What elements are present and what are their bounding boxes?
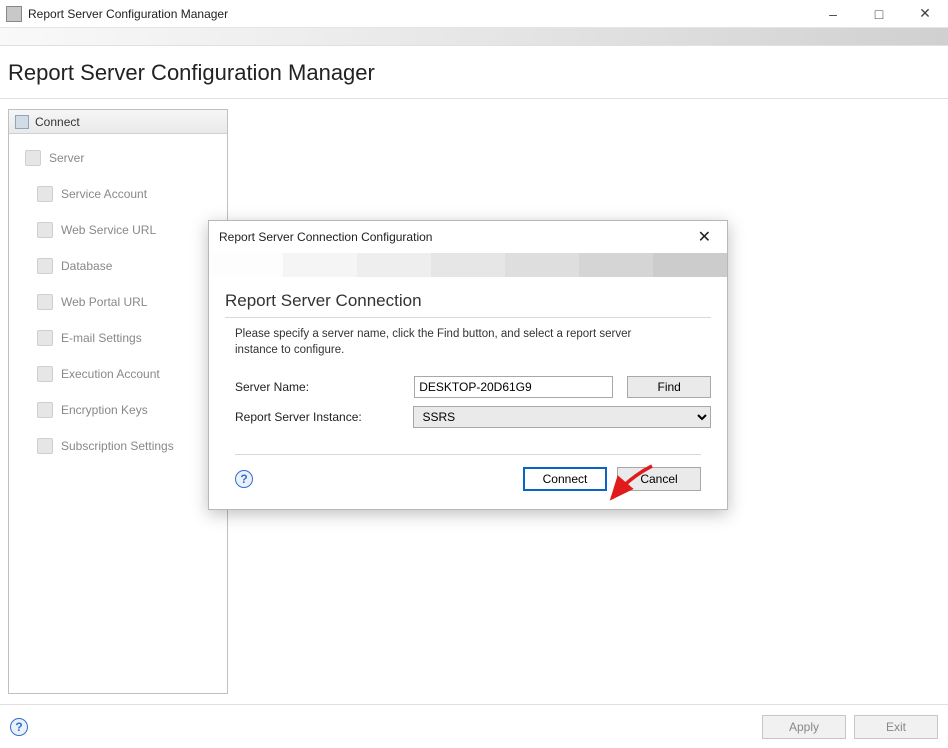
web-service-url-icon	[37, 222, 53, 238]
dialog-titlebar: Report Server Connection Configuration ✕	[209, 221, 727, 253]
dialog-close-button[interactable]: ✕	[692, 225, 717, 249]
service-account-icon	[37, 186, 53, 202]
footer: ? Apply Exit	[0, 705, 948, 748]
sidebar-item-server[interactable]: Server	[9, 140, 227, 176]
server-name-row: Server Name: Find	[235, 376, 711, 398]
instance-label: Report Server Instance:	[235, 410, 413, 424]
sidebar-item-label: Web Service URL	[61, 223, 156, 237]
sidebar-connect-label: Connect	[35, 115, 80, 129]
instance-select[interactable]: SSRS	[413, 406, 711, 428]
connection-dialog: Report Server Connection Configuration ✕…	[208, 220, 728, 510]
find-button[interactable]: Find	[627, 376, 711, 398]
sidebar-item-label: Service Account	[61, 187, 147, 201]
sidebar-item-label: E-mail Settings	[61, 331, 142, 345]
app-icon	[6, 6, 22, 22]
server-name-input[interactable]	[414, 376, 613, 398]
minimize-button[interactable]: –	[810, 0, 856, 28]
database-icon	[37, 258, 53, 274]
dialog-instruction: Please specify a server name, click the …	[235, 326, 675, 358]
sidebar-item-label: Execution Account	[61, 367, 160, 381]
sidebar-item-web-portal-url[interactable]: Web Portal URL	[9, 284, 227, 320]
sidebar: Connect Server Service Account Web Servi…	[8, 109, 228, 694]
dialog-footer: ? Connect Cancel	[225, 467, 711, 493]
sidebar-item-execution-account[interactable]: Execution Account	[9, 356, 227, 392]
dialog-title: Report Server Connection Configuration	[219, 230, 432, 244]
page-header: Report Server Configuration Manager	[0, 46, 948, 99]
dialog-heading: Report Server Connection	[225, 291, 711, 318]
sidebar-item-label: Database	[61, 259, 112, 273]
decorative-strip	[0, 28, 948, 46]
sidebar-item-database[interactable]: Database	[9, 248, 227, 284]
connect-icon	[15, 115, 29, 129]
maximize-button[interactable]: □	[856, 0, 902, 28]
dialog-separator	[235, 454, 701, 455]
page-heading: Report Server Configuration Manager	[8, 60, 940, 86]
sidebar-item-email-settings[interactable]: E-mail Settings	[9, 320, 227, 356]
connect-button[interactable]: Connect	[523, 467, 607, 491]
help-icon[interactable]: ?	[10, 718, 28, 736]
sidebar-item-web-service-url[interactable]: Web Service URL	[9, 212, 227, 248]
sidebar-item-encryption-keys[interactable]: Encryption Keys	[9, 392, 227, 428]
web-portal-url-icon	[37, 294, 53, 310]
sidebar-item-label: Server	[49, 151, 84, 165]
titlebar: Report Server Configuration Manager – □ …	[0, 0, 948, 28]
sidebar-list: Server Service Account Web Service URL D…	[9, 134, 227, 470]
server-icon	[25, 150, 41, 166]
email-settings-icon	[37, 330, 53, 346]
dialog-strip	[209, 253, 727, 277]
execution-account-icon	[37, 366, 53, 382]
exit-button[interactable]: Exit	[854, 715, 938, 739]
cancel-button[interactable]: Cancel	[617, 467, 701, 491]
sidebar-item-subscription-settings[interactable]: Subscription Settings	[9, 428, 227, 464]
dialog-help-icon[interactable]: ?	[235, 470, 253, 488]
sidebar-item-label: Encryption Keys	[61, 403, 148, 417]
sidebar-item-label: Web Portal URL	[61, 295, 147, 309]
window-title: Report Server Configuration Manager	[28, 7, 810, 21]
sidebar-item-service-account[interactable]: Service Account	[9, 176, 227, 212]
server-name-label: Server Name:	[235, 380, 414, 394]
apply-button[interactable]: Apply	[762, 715, 846, 739]
sidebar-item-label: Subscription Settings	[61, 439, 174, 453]
encryption-keys-icon	[37, 402, 53, 418]
sidebar-connect[interactable]: Connect	[9, 110, 227, 134]
instance-row: Report Server Instance: SSRS	[235, 406, 711, 428]
close-window-button[interactable]: ✕	[902, 0, 948, 28]
subscription-settings-icon	[37, 438, 53, 454]
